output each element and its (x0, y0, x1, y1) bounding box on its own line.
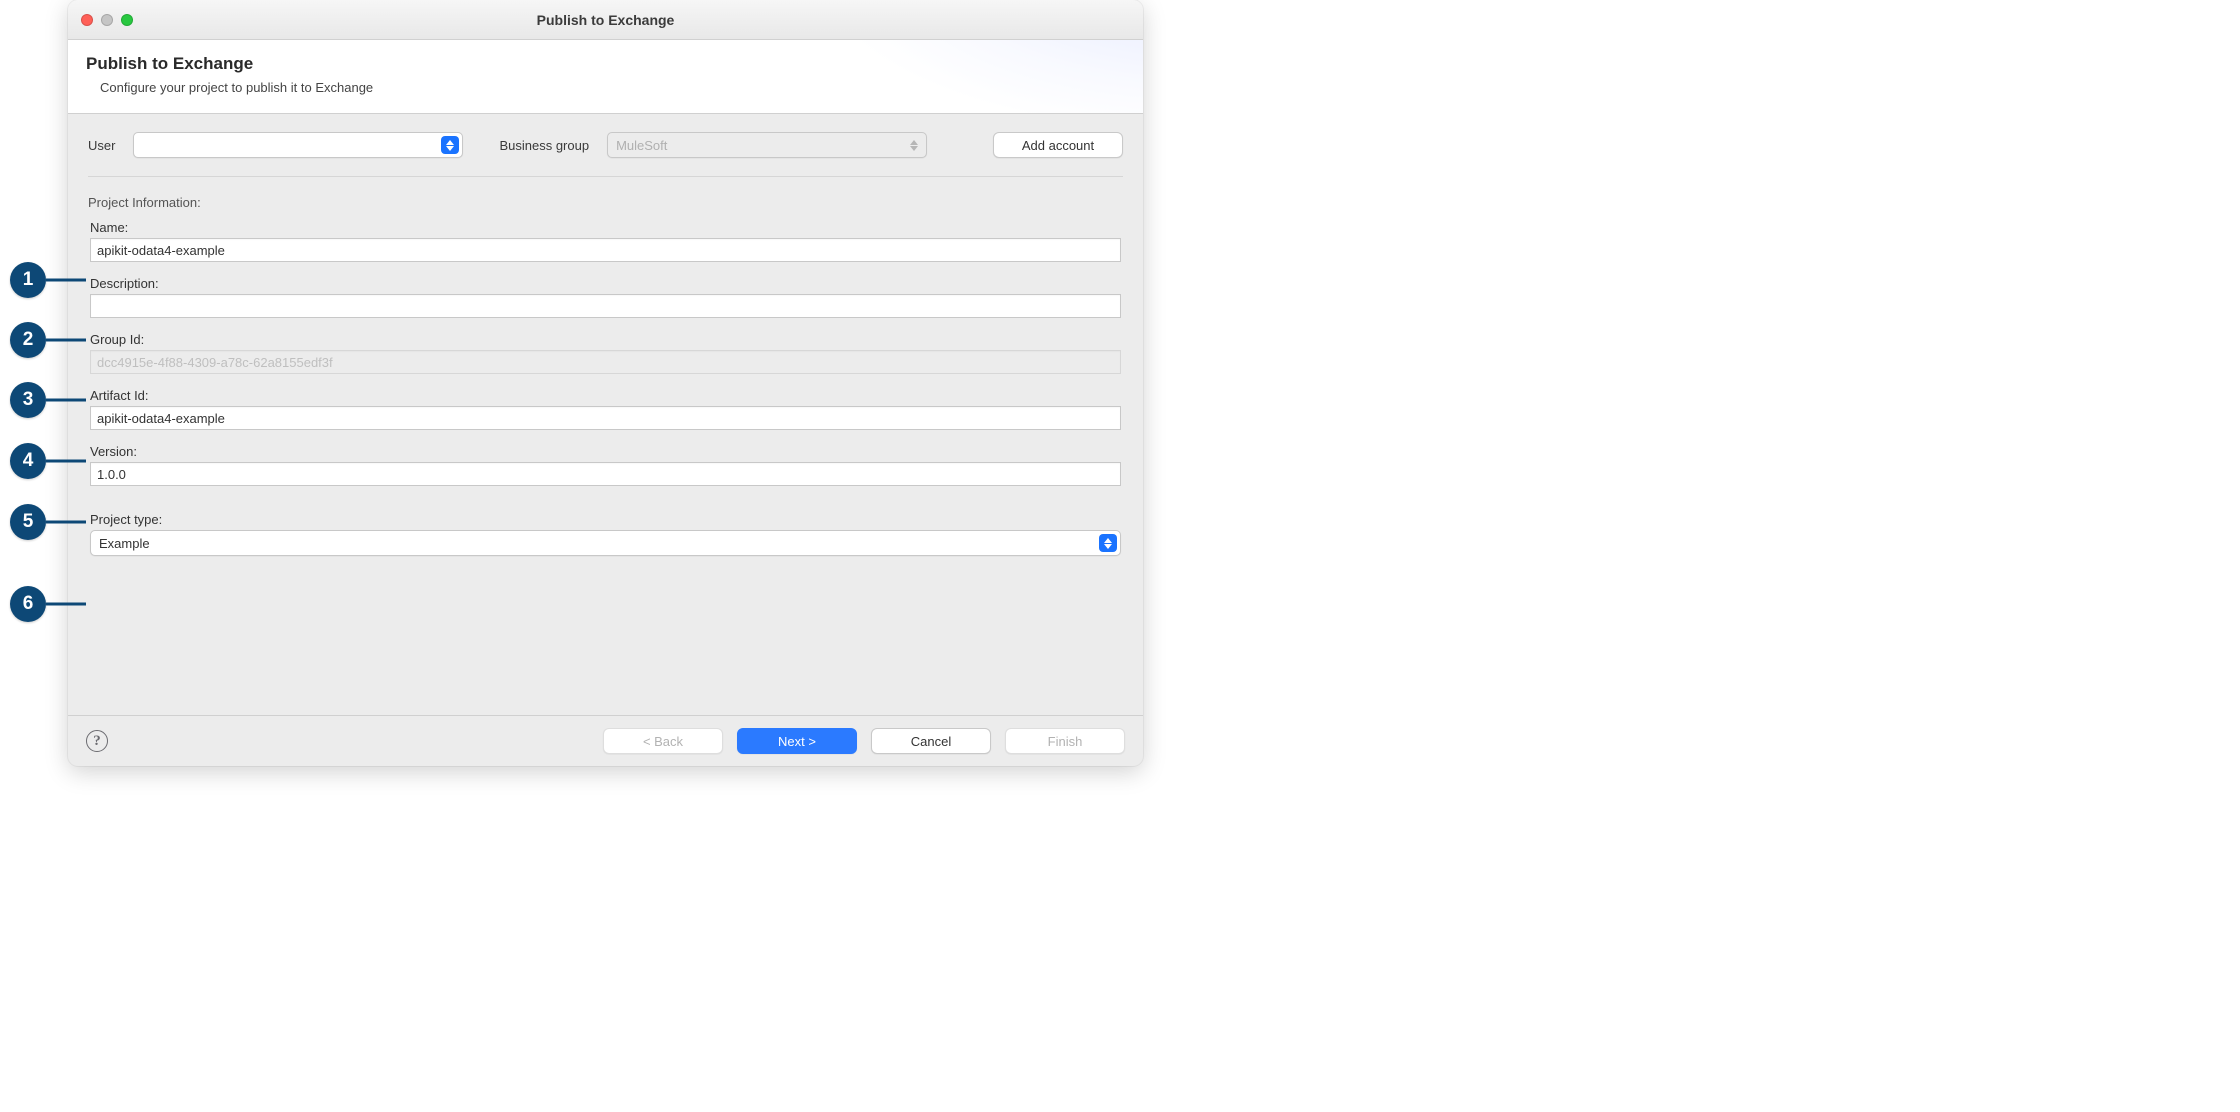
group-id-input (90, 350, 1121, 374)
back-button: < Back (603, 728, 723, 754)
next-button[interactable]: Next > (737, 728, 857, 754)
dialog-window: Publish to Exchange Publish to Exchange … (68, 0, 1143, 766)
back-label: < Back (643, 734, 683, 749)
version-input[interactable] (90, 462, 1121, 486)
callout-5: 5 (10, 504, 46, 540)
name-input[interactable] (90, 238, 1121, 262)
business-group-select: MuleSoft (607, 132, 927, 158)
description-label: Description: (90, 276, 1121, 291)
footer: ? < Back Next > Cancel Finish (68, 715, 1143, 766)
artifact-id-label: Artifact Id: (90, 388, 1121, 403)
add-account-button[interactable]: Add account (993, 132, 1123, 158)
project-type-value: Example (99, 536, 150, 551)
fields: Name: Description: Group Id: Artifact Id… (88, 220, 1123, 570)
callout-4: 4 (10, 443, 46, 479)
zoom-window-button[interactable] (121, 14, 133, 26)
titlebar: Publish to Exchange (68, 0, 1143, 40)
content-area: User Business group MuleSoft Add account (68, 114, 1143, 715)
user-select[interactable] (133, 132, 463, 158)
name-label: Name: (90, 220, 1121, 235)
window-title: Publish to Exchange (68, 12, 1143, 28)
help-glyph: ? (93, 733, 101, 750)
group-id-field-wrap: Group Id: (90, 332, 1121, 374)
page-subtitle: Configure your project to publish it to … (86, 80, 1125, 95)
version-field-wrap: Version: (90, 444, 1121, 486)
header-panel: Publish to Exchange Configure your proje… (68, 40, 1143, 114)
callout-3: 3 (10, 382, 46, 418)
group-id-label: Group Id: (90, 332, 1121, 347)
project-type-select[interactable]: Example (90, 530, 1121, 556)
updown-icon (441, 136, 459, 154)
project-type-field-wrap: Project type: Example (90, 512, 1121, 556)
help-icon[interactable]: ? (86, 730, 108, 752)
callout-2: 2 (10, 322, 46, 358)
project-type-label: Project type: (90, 512, 1121, 527)
user-row: User Business group MuleSoft Add account (88, 132, 1123, 177)
project-info-label: Project Information: (88, 195, 1123, 210)
user-label: User (88, 138, 115, 153)
version-label: Version: (90, 444, 1121, 459)
business-group-label: Business group (499, 138, 589, 153)
callout-1: 1 (10, 262, 46, 298)
artifact-id-field-wrap: Artifact Id: (90, 388, 1121, 430)
minimize-window-button[interactable] (101, 14, 113, 26)
description-input[interactable] (90, 294, 1121, 318)
close-window-button[interactable] (81, 14, 93, 26)
artifact-id-input[interactable] (90, 406, 1121, 430)
finish-label: Finish (1048, 734, 1083, 749)
name-field-wrap: Name: (90, 220, 1121, 262)
updown-icon (905, 136, 923, 154)
business-group-value: MuleSoft (616, 138, 667, 153)
next-label: Next > (778, 734, 816, 749)
cancel-button[interactable]: Cancel (871, 728, 991, 754)
description-field-wrap: Description: (90, 276, 1121, 318)
add-account-label: Add account (1022, 138, 1094, 153)
finish-button: Finish (1005, 728, 1125, 754)
updown-icon (1099, 534, 1117, 552)
traffic-lights (68, 14, 133, 26)
callout-6: 6 (10, 586, 46, 622)
cancel-label: Cancel (911, 734, 951, 749)
page-title: Publish to Exchange (86, 54, 1125, 74)
